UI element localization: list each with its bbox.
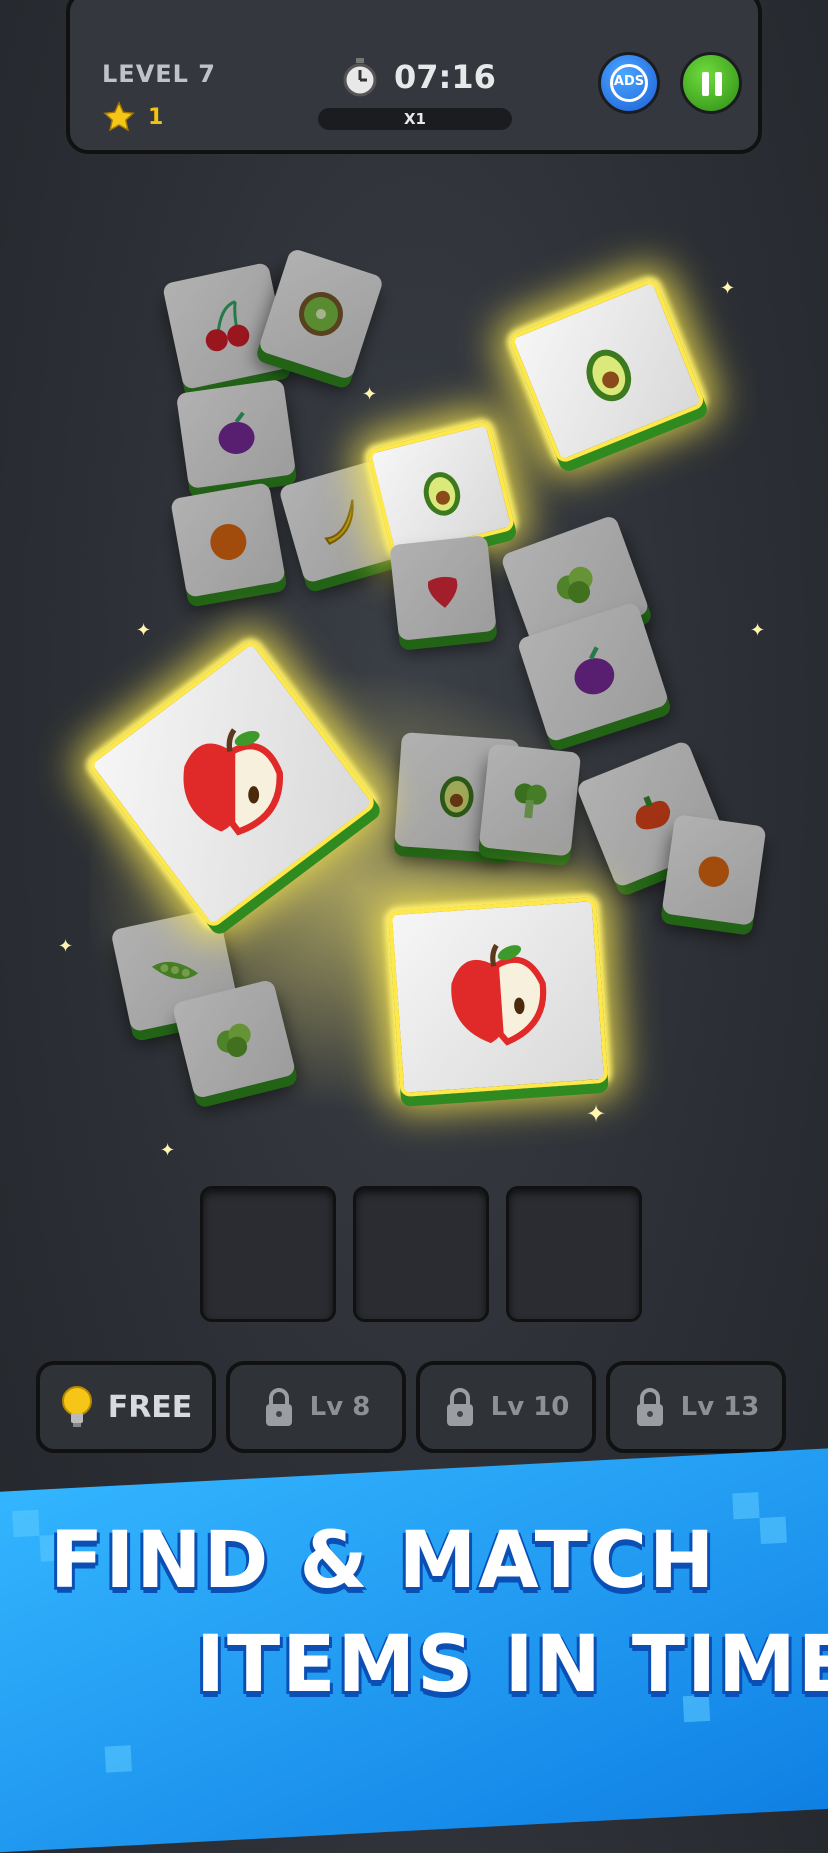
- timer-value: 07:16: [394, 58, 496, 96]
- sparkle-icon: ✦: [750, 620, 766, 641]
- lock-icon: [265, 1388, 292, 1426]
- match-slots: [200, 1186, 642, 1322]
- match-slot: [200, 1186, 336, 1322]
- locked-booster-lv10[interactable]: Lv 10: [416, 1361, 596, 1453]
- locked-booster-lv13[interactable]: Lv 13: [606, 1361, 786, 1453]
- top-bar: LEVEL 7 1 07:16 X1 ADS: [66, 0, 762, 154]
- strawberry-icon: [427, 576, 458, 608]
- tile-board: ✦ ✦ ✦ ✦ ✦ ✦ ✦ ✦: [0, 200, 828, 1216]
- star-counter: 1: [102, 100, 163, 134]
- pause-icon-bar: [715, 72, 722, 96]
- avocado-icon: [586, 349, 632, 402]
- kiwi-icon: [299, 292, 343, 336]
- pea-pod-icon: [151, 961, 199, 980]
- tile-orange[interactable]: [170, 482, 286, 598]
- sparkle-icon: ✦: [362, 384, 378, 405]
- pause-icon: [702, 72, 709, 96]
- banner-title-line2: ITEMS IN TIME: [196, 1620, 828, 1710]
- checker-decoration: [12, 1509, 40, 1538]
- broccoli-icon: [514, 783, 547, 819]
- plum-icon: [574, 646, 615, 695]
- tile-avocado-glowing-2[interactable]: [507, 277, 707, 465]
- stopwatch-icon: [343, 58, 377, 97]
- remove-ads-button[interactable]: ADS: [598, 52, 660, 114]
- lightbulb-icon: [61, 1386, 92, 1427]
- tool-label: Lv 13: [680, 1392, 760, 1422]
- match-slot: [353, 1186, 489, 1322]
- checker-decoration: [732, 1492, 760, 1520]
- sparkle-icon: ✦: [58, 936, 74, 957]
- lock-icon: [636, 1388, 663, 1426]
- lettuce-icon: [556, 566, 593, 604]
- multiplier-bar: X1: [318, 108, 512, 130]
- tool-label: FREE: [107, 1389, 193, 1425]
- apple-icon: [451, 943, 547, 1046]
- star-icon: [103, 101, 135, 132]
- avocado-icon: [423, 472, 461, 516]
- sparkle-icon: ✦: [160, 1140, 176, 1161]
- sparkle-icon: ✦: [586, 1100, 607, 1128]
- booster-bar: FREE Lv 8 Lv 10 Lv 13: [36, 1361, 786, 1453]
- checker-decoration: [759, 1516, 787, 1545]
- sparkle-icon: ✦: [136, 620, 152, 641]
- tool-label: Lv 8: [309, 1392, 371, 1422]
- orange-icon: [698, 856, 729, 887]
- tile-broccoli[interactable]: [478, 743, 582, 857]
- tile-avocado-glowing[interactable]: [366, 420, 516, 560]
- hint-booster-button[interactable]: FREE: [36, 1361, 216, 1453]
- star-count: 1: [148, 104, 164, 130]
- tile-orange-2[interactable]: [661, 814, 767, 926]
- timer: 07:16: [340, 56, 496, 98]
- checker-decoration: [104, 1745, 132, 1773]
- match-slot: [506, 1186, 642, 1322]
- locked-booster-lv8[interactable]: Lv 8: [226, 1361, 406, 1453]
- plum-icon: [218, 411, 255, 455]
- tile-apple-glowing-2[interactable]: [387, 896, 609, 1098]
- tile-strawberry[interactable]: [389, 535, 497, 641]
- cherry-icon: [205, 300, 250, 352]
- ads-label: ADS: [613, 74, 645, 89]
- orange-icon: [210, 523, 247, 560]
- tool-label: Lv 10: [490, 1392, 570, 1422]
- banner-title-line1: FIND & MATCH: [50, 1516, 717, 1606]
- tile-plum[interactable]: [175, 378, 297, 490]
- sparkle-icon: ✦: [720, 278, 736, 299]
- level-label: LEVEL 7: [102, 60, 217, 88]
- banana-icon: [324, 499, 354, 545]
- pause-button[interactable]: [680, 52, 742, 114]
- lettuce-icon: [216, 1023, 251, 1058]
- lock-icon: [446, 1388, 473, 1426]
- apple-icon: [183, 728, 283, 836]
- avocado-icon: [439, 776, 474, 818]
